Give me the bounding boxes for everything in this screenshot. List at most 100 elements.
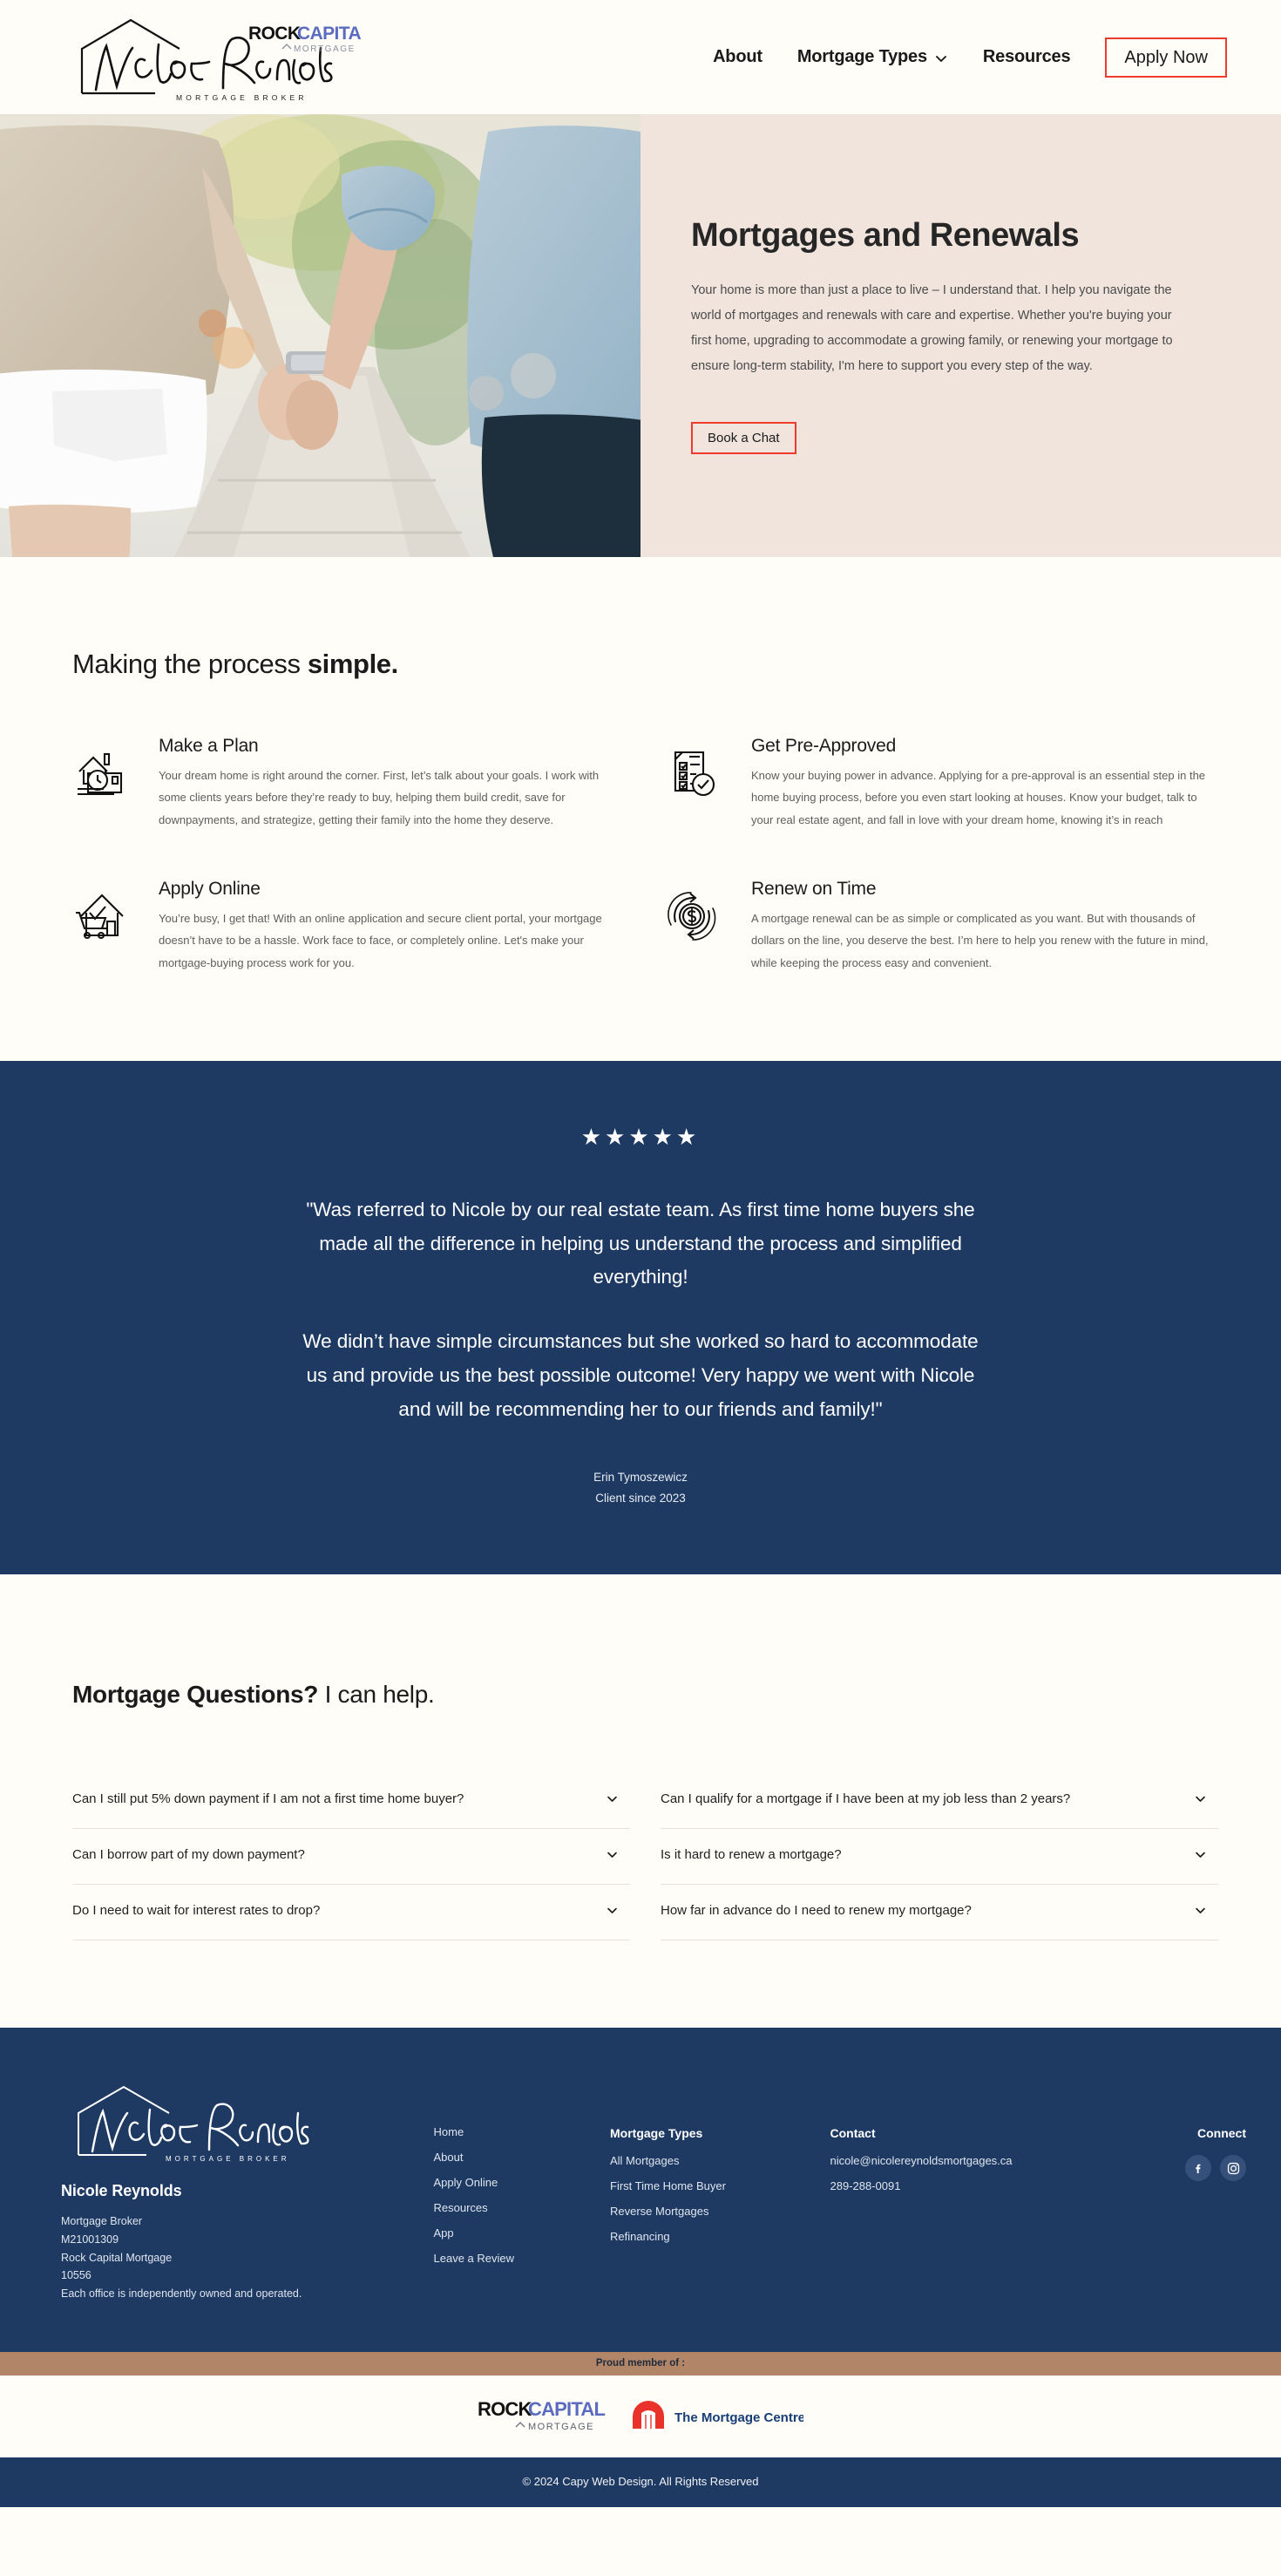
footer-contact-column: Contact nicole@nicolereynoldsmortgages.c… [830,2078,1118,2302]
footer-column-heading: Connect [1197,2126,1246,2141]
svg-text:MORTGAGE: MORTGAGE [528,2422,594,2432]
feature-heading: Apply Online [159,879,261,900]
faq-item[interactable]: Can I borrow part of my down payment? [72,1829,630,1886]
faq-section: Mortgage Questions? I can help. Can I st… [0,1574,1281,2029]
site-header: MORTGAGE BROKER ROCK CAPITAL MORTGAGE Ab… [0,0,1281,114]
feature-body: Apply Online You’re busy, I get that! Wi… [159,879,620,974]
apply-now-button[interactable]: Apply Now [1105,37,1227,78]
chevron-down-icon [934,51,948,65]
copyright-bar: © 2024 Capy Web Design. All Rights Reser… [0,2457,1281,2507]
feature-text: A mortgage renewal can be as simple or c… [751,912,1209,969]
hero-section: Mortgages and Renewals Your home is more… [0,114,1281,557]
nav-item-mortgage-types[interactable]: Mortgage Types [797,47,948,67]
svg-text:ROCK: ROCK [248,24,301,44]
faq-grid: Can I still put 5% down payment if I am … [0,1773,1281,1941]
checklist-approved-icon [654,736,730,831]
faq-title-bold: Mortgage Questions? [72,1681,319,1709]
feature-item: Apply Online You’re busy, I get that! Wi… [61,879,654,974]
svg-text:CAPITAL: CAPITAL [297,24,362,44]
footer-column-heading: Contact [830,2126,876,2141]
partner-logos: ROCK CAPITAL MORTGAGE The Mortgage Centr… [0,2375,1281,2457]
feature-item: Renew on Time A mortgage renewal can be … [654,879,1246,974]
star-rating-icon: ★★★★★ [580,1124,701,1151]
svg-text:MORTGAGE BROKER: MORTGAGE BROKER [176,93,308,102]
feature-item: Make a Plan Your dream home is right aro… [61,736,654,831]
house-clock-icon [61,736,138,831]
footer-contact-email[interactable]: nicole@nicolereynoldsmortgages.ca [830,2155,1118,2166]
chevron-down-icon [1193,1903,1208,1918]
faq-item[interactable]: Is it hard to renew a mortgage? [661,1829,1218,1886]
footer-address-line: Mortgage Broker [61,2215,143,2228]
footer-link-leave-a-review[interactable]: Leave a Review [434,2253,586,2264]
footer-connect-column: Connect [1142,2078,1246,2302]
footer-contact-phone[interactable]: 289-288-0091 [830,2180,1118,2192]
faq-item[interactable]: Do I need to wait for interest rates to … [72,1885,630,1941]
chevron-down-icon [605,1791,620,1806]
feature-text: You’re busy, I get that! With an online … [159,912,602,969]
footer-links-list: Home About Apply Online Resources App Le… [434,2126,586,2264]
faq-column-right: Can I qualify for a mortgage if I have b… [661,1773,1218,1941]
footer-link-home[interactable]: Home [434,2126,586,2138]
testimonial-quote: "Was referred to Nicole by our real esta… [296,1193,985,1426]
book-a-chat-button[interactable]: Book a Chat [691,422,796,454]
testimonial-paragraph: We didn’t have simple circumstances but … [302,1330,979,1420]
footer-address: Mortgage Broker M21001309 Rock Capital M… [61,2212,410,2302]
nav-item-label: Resources [982,47,1071,66]
footer-link-all-mortgages[interactable]: All Mortgages [610,2155,806,2166]
testimonial-paragraph: "Was referred to Nicole by our real esta… [306,1199,975,1288]
process-section: Making the process simple. Make a Plan Y… [0,557,1281,1062]
hero-image [0,114,640,557]
footer-link-refinancing[interactable]: Refinancing [610,2231,806,2242]
footer-link-reverse-mortgages[interactable]: Reverse Mortgages [610,2206,806,2217]
chevron-down-icon [605,1847,620,1862]
faq-title: Mortgage Questions? I can help. [0,1681,1281,1709]
nav-item-resources[interactable]: Resources [982,47,1071,67]
faq-question: Can I still put 5% down payment if I am … [72,1791,464,1807]
footer-link-about[interactable]: About [434,2151,586,2163]
footer-logo[interactable]: MORTGAGE BROKER [61,2078,410,2170]
testimonial-author: Erin Tymoszewicz [593,1471,688,1485]
footer-mortgage-types-list: All Mortgages First Time Home Buyer Reve… [610,2155,806,2242]
process-title: Making the process simple. [0,649,1281,680]
faq-question: Do I need to wait for interest rates to … [72,1903,321,1919]
instagram-icon[interactable] [1220,2155,1246,2182]
footer-link-first-time-home-buyer[interactable]: First Time Home Buyer [610,2180,806,2192]
faq-item[interactable]: How far in advance do I need to renew my… [661,1885,1218,1941]
footer-broker-name: Nicole Reynolds [61,2182,182,2200]
footer-column-heading: Mortgage Types [610,2126,703,2141]
page-root: MORTGAGE BROKER ROCK CAPITAL MORTGAGE Ab… [0,0,1281,2507]
site-logo[interactable]: MORTGAGE BROKER ROCK CAPITAL MORTGAGE [61,10,362,105]
feature-body: Make a Plan Your dream home is right aro… [159,736,620,831]
faq-item[interactable]: Can I qualify for a mortgage if I have b… [661,1773,1218,1830]
feature-heading: Get Pre-Approved [751,736,897,756]
footer-link-apply-online[interactable]: Apply Online [434,2177,586,2188]
proud-member-banner: Proud member of : [0,2351,1281,2375]
feature-text: Know your buying power in advance. Apply… [751,769,1206,826]
svg-text:CAPITAL: CAPITAL [528,2398,605,2420]
footer-address-line: Each office is independently owned and o… [61,2287,302,2300]
footer-link-resources[interactable]: Resources [434,2202,586,2213]
footer-mortgage-types-column: Mortgage Types All Mortgages First Time … [610,2078,806,2302]
testimonial-author-block: Erin Tymoszewicz Client since 2023 [0,1467,1281,1508]
faq-item[interactable]: Can I still put 5% down payment if I am … [72,1773,630,1830]
house-cart-icon [61,879,138,974]
facebook-icon[interactable] [1185,2155,1211,2182]
chevron-down-icon [1193,1847,1208,1862]
footer-links-column: Home About Apply Online Resources App Le… [434,2078,586,2302]
testimonial-section: ★★★★★ "Was referred to Nicole by our rea… [0,1061,1281,1575]
faq-column-left: Can I still put 5% down payment if I am … [72,1773,630,1941]
faq-question: Is it hard to renew a mortgage? [661,1847,842,1863]
site-footer: MORTGAGE BROKER Nicole Reynolds Mortgage… [0,2028,1281,2352]
footer-brand-column: MORTGAGE BROKER Nicole Reynolds Mortgage… [61,2078,410,2302]
chevron-down-icon [1193,1791,1208,1806]
footer-link-app[interactable]: App [434,2227,586,2239]
footer-contact-list: nicole@nicolereynoldsmortgages.ca 289-28… [830,2155,1118,2192]
feature-text: Your dream home is right around the corn… [159,769,600,826]
nav-item-label: Mortgage Types [796,47,927,66]
footer-address-line: Rock Capital Mortgage [61,2251,173,2264]
footer-address-line: M21001309 [61,2233,119,2246]
chevron-down-icon [605,1903,620,1918]
main-navigation: About Mortgage Types Resources Apply Now [713,37,1246,78]
nav-item-label: About [713,47,762,66]
nav-item-about[interactable]: About [713,47,762,67]
